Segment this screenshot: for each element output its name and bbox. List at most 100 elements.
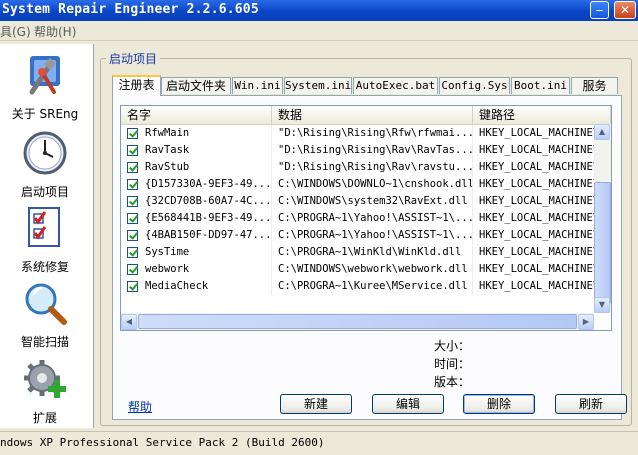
entry-data: C:\WINDOWS\system32\RavExt.dll bbox=[272, 193, 473, 210]
tab-boot-ini[interactable]: Boot.ini bbox=[511, 77, 570, 94]
close-icon: ✕ bbox=[619, 3, 631, 17]
entry-data: C:\PROGRA~1\Kuree\MService.dll bbox=[272, 278, 473, 295]
column-header-data[interactable]: 数据 bbox=[272, 106, 473, 124]
table-row[interactable]: {32CD708B-60A7-4C... C:\WINDOWS\system32\… bbox=[121, 193, 611, 210]
entry-data: C:\PROGRA~1\Yahoo!\ASSIST~1\... bbox=[272, 210, 473, 227]
edit-button[interactable]: 编辑 bbox=[372, 394, 444, 414]
entry-name: SysTime bbox=[145, 246, 190, 258]
entry-name: {D157330A-9EF3-49... bbox=[145, 178, 272, 190]
entry-name: RavStub bbox=[145, 161, 190, 173]
detail-version-label: 版本： bbox=[434, 375, 471, 389]
arrow-up-icon: ▲ bbox=[598, 127, 606, 136]
scroll-up-button[interactable]: ▲ bbox=[594, 124, 610, 140]
menu-bar: 具(G) 帮助(H) bbox=[0, 21, 638, 41]
tab-system-ini[interactable]: System.ini bbox=[284, 77, 352, 94]
row-checkbox[interactable] bbox=[127, 264, 138, 275]
entry-name: RfwMain bbox=[145, 127, 190, 139]
table-row[interactable]: SysTime C:\PROGRA~1\WinKld\WinKld.dll HKEY… bbox=[121, 244, 611, 261]
row-checkbox[interactable] bbox=[127, 230, 138, 241]
row-checkbox[interactable] bbox=[127, 281, 138, 292]
cell-name: MediaCheck bbox=[121, 278, 272, 295]
scroll-left-button[interactable]: ◀ bbox=[121, 314, 137, 330]
row-checkbox[interactable] bbox=[127, 162, 138, 173]
vertical-scrollbar[interactable]: ▲ ▼ bbox=[594, 124, 611, 313]
entry-name: {32CD708B-60A7-4C... bbox=[145, 195, 272, 207]
row-checkbox[interactable] bbox=[127, 196, 138, 207]
scroll-right-button[interactable]: ▶ bbox=[578, 314, 594, 330]
tab-registry[interactable]: 注册表 bbox=[112, 75, 161, 96]
help-link[interactable]: 帮助 bbox=[128, 398, 152, 415]
arrow-down-icon: ▼ bbox=[598, 300, 606, 309]
table-row[interactable]: {4BAB150F-DD97-47... C:\PROGRA~1\Yahoo!\A… bbox=[121, 227, 611, 244]
entry-data: C:\PROGRA~1\WinKld\WinKld.dll bbox=[272, 244, 473, 261]
detail-size-label: 大小： bbox=[434, 339, 471, 353]
groupbox-title: 启动项目 bbox=[106, 50, 161, 67]
vertical-scroll-thumb[interactable] bbox=[594, 182, 611, 304]
row-checkbox[interactable] bbox=[127, 128, 138, 139]
new-button[interactable]: 新建 bbox=[280, 394, 352, 414]
cell-name: webwork bbox=[121, 261, 272, 278]
menu-help[interactable]: 帮助(H) bbox=[34, 23, 76, 40]
refresh-button[interactable]: 刷新 bbox=[555, 394, 627, 414]
menu-tools[interactable]: 具(G) bbox=[0, 23, 31, 40]
tab-autoexec[interactable]: AutoExec.bat bbox=[353, 77, 438, 94]
entry-name: {4BAB150F-DD97-47... bbox=[145, 229, 272, 241]
minimize-button[interactable]: ‒ bbox=[590, 1, 609, 19]
row-checkbox[interactable] bbox=[127, 247, 138, 258]
table-row[interactable]: RavTask "D:\Rising\Rising\Rav\RavTas... HK… bbox=[121, 142, 611, 159]
entry-data: C:\WINDOWS\DOWNLO~1\cnshook.dll bbox=[272, 176, 473, 193]
status-bar: ndows XP Professional Service Pack 2 (Bu… bbox=[0, 431, 638, 455]
entry-key-path: HKEY_LOCAL_MACHINE\SOF bbox=[479, 178, 594, 190]
entry-key-path: HKEY_LOCAL_MACHINE\SOF bbox=[479, 229, 594, 241]
cell-name: {32CD708B-60A7-4C... bbox=[121, 193, 272, 210]
clock-icon bbox=[23, 131, 67, 175]
title-bar: System Repair Engineer 2.2.6.605 ‒ ✕ bbox=[0, 0, 638, 21]
entry-key-path: HKEY_LOCAL_MACHINE\Sof bbox=[479, 127, 594, 139]
gear-plus-icon bbox=[24, 360, 66, 398]
entry-name: {E568441B-9EF3-49... bbox=[145, 212, 272, 224]
table-row[interactable]: RavStub "D:\Rising\Rising\Rav\ravstu... HK… bbox=[121, 159, 611, 176]
cell-name: {E568441B-9EF3-49... bbox=[121, 210, 272, 227]
table-row[interactable]: {E568441B-9EF3-49... C:\PROGRA~1\Yahoo!\A… bbox=[121, 210, 611, 227]
tab-config-sys[interactable]: Config.Sys bbox=[439, 77, 510, 94]
entry-key-path: HKEY_LOCAL_MACHINE\Sof bbox=[479, 161, 594, 173]
entry-data: C:\WINDOWS\webwork\webwork.dll bbox=[272, 261, 473, 278]
cell-name: {D157330A-9EF3-49... bbox=[121, 176, 272, 193]
row-checkbox[interactable] bbox=[127, 179, 138, 190]
table-row[interactable]: RfwMain "D:\Rising\Rising\Rfw\rfwmai... HK… bbox=[121, 125, 611, 142]
nav-item-scan[interactable]: 智能扫描 bbox=[0, 280, 90, 350]
nav-item-about[interactable]: 关于 SREng bbox=[0, 52, 90, 122]
entry-key-path: HKEY_LOCAL_MACHINE\SOF bbox=[479, 280, 594, 292]
column-header-key[interactable]: 键路径 bbox=[473, 106, 611, 124]
nav-item-extend[interactable]: 扩展 bbox=[0, 356, 90, 426]
tab-startup-folder[interactable]: 启动文件夹 bbox=[161, 77, 231, 94]
close-button[interactable]: ✕ bbox=[614, 1, 636, 19]
nav-item-repair[interactable]: 系统修复 bbox=[0, 205, 90, 275]
table-row[interactable]: webwork C:\WINDOWS\webwork\webwork.dll HKE… bbox=[121, 261, 611, 278]
nav-label-extend: 扩展 bbox=[32, 411, 57, 425]
nav-label-about: 关于 SREng bbox=[11, 107, 79, 121]
left-nav-panel: 关于 SREng 启动项目 系统修复 智能扫描 扩展 bbox=[0, 44, 94, 428]
row-checkbox[interactable] bbox=[127, 145, 138, 156]
tab-services[interactable]: 服务 bbox=[571, 77, 618, 94]
column-header-name[interactable]: 名字 bbox=[121, 106, 272, 124]
nav-label-scan: 智能扫描 bbox=[20, 335, 69, 349]
cell-name: SysTime bbox=[121, 244, 272, 261]
list-header: 名字 数据 键路径 bbox=[121, 106, 611, 125]
row-checkbox[interactable] bbox=[127, 213, 138, 224]
table-row[interactable]: MediaCheck C:\PROGRA~1\Kuree\MService.dll… bbox=[121, 278, 611, 295]
cell-name: RavTask bbox=[121, 142, 272, 159]
scroll-down-button[interactable]: ▼ bbox=[594, 297, 610, 313]
nav-label-startup: 启动项目 bbox=[20, 185, 69, 199]
arrow-right-icon: ▶ bbox=[582, 317, 590, 326]
nav-item-startup[interactable]: 启动项目 bbox=[0, 130, 90, 200]
horizontal-scroll-thumb[interactable] bbox=[138, 314, 577, 329]
horizontal-scrollbar[interactable]: ◀ ▶ bbox=[121, 313, 594, 330]
delete-button[interactable]: 删除 bbox=[463, 394, 535, 414]
table-row[interactable]: {D157330A-9EF3-49... C:\WINDOWS\DOWNLO~1\… bbox=[121, 176, 611, 193]
tab-win-ini[interactable]: Win.ini bbox=[232, 77, 283, 94]
entry-data: "D:\Rising\Rising\Rfw\rfwmai... bbox=[272, 125, 473, 142]
startup-list[interactable]: 名字 数据 键路径 RfwMain "D:\Rising\Rising\Rfw\r… bbox=[120, 105, 612, 331]
entry-data: "D:\Rising\Rising\Rav\RavTas... bbox=[272, 142, 473, 159]
minimize-icon: ‒ bbox=[595, 3, 604, 17]
